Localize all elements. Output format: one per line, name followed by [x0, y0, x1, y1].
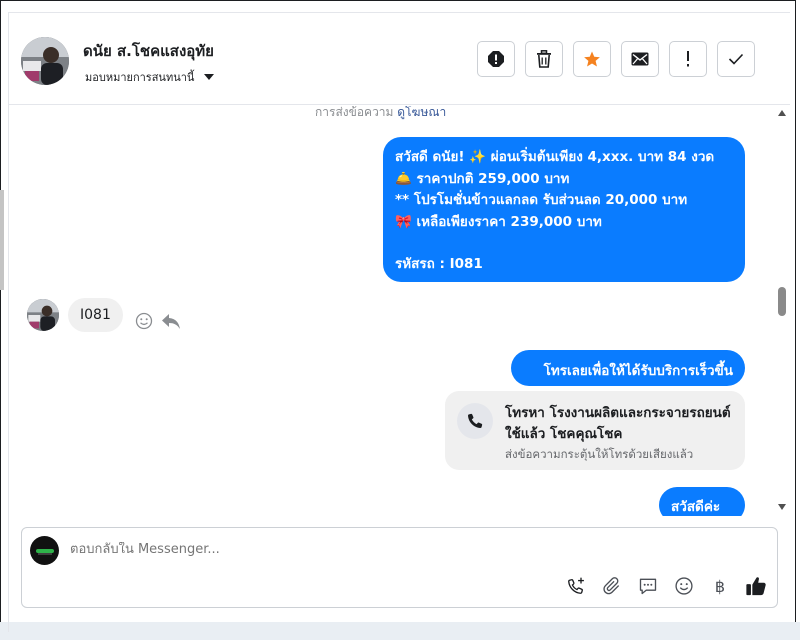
phone-icon [457, 403, 493, 439]
incoming-message-row: I081 [27, 298, 181, 332]
emoji-react-icon[interactable] [135, 312, 153, 330]
message-tools [135, 312, 181, 330]
resize-handle[interactable] [0, 190, 4, 290]
message-line [395, 233, 733, 254]
header-actions [477, 41, 755, 77]
view-ad-link[interactable]: ดูโฆษณา [397, 106, 446, 119]
call-card-title: โทรหา โรงงานผลิตและกระจายรถยนต์ใช้แล้ว โ… [505, 405, 731, 442]
email-button[interactable] [621, 41, 659, 77]
star-icon [584, 51, 600, 67]
window-bottom-strip [0, 622, 800, 640]
check-icon [728, 53, 744, 65]
attachment-icon[interactable] [601, 575, 623, 597]
message-line: 🎀 เหลือเพียงราคา 239,000 บาท [395, 213, 602, 230]
message-thread[interactable]: การส่งข้อความ ดูโฆษณา สวัสดี ดนัย! ✨ ผ่อ… [9, 106, 779, 516]
incoming-message[interactable]: I081 [68, 298, 123, 332]
contact-name: ดนัย ส.โชคแสงอุทัย [83, 42, 214, 60]
scroll-up-arrow-icon[interactable] [778, 110, 786, 116]
caret-down-icon [204, 74, 215, 80]
contact-avatar[interactable] [21, 37, 69, 85]
reply-input[interactable] [70, 542, 670, 557]
message-line: ** โปรโมชั่นข้าวแลกลด รับส่วนลด 20,000 บ… [395, 192, 688, 208]
call-prompt-card[interactable]: โทรหา โรงงานผลิตและกระจายรถยนต์ใช้แล้ว โ… [445, 391, 745, 470]
sent-note-prefix: การส่งข้อความ [315, 106, 394, 119]
message-line: 🛎️ ราคาปกติ 259,000 บาท [395, 170, 570, 187]
scroll-down-arrow-icon[interactable] [778, 504, 786, 510]
call-card-subtitle: ส่งข้อความกระตุ้นให้โทรด้วยเสียงแล้ว [505, 447, 694, 461]
page-avatar [30, 536, 59, 565]
ad-sent-note: การส่งข้อความ ดูโฆษณา [315, 106, 446, 122]
message-line: สวัสดี ดนัย! ✨ ผ่อนเริ่มต้นเพียง 4,xxx. … [395, 149, 715, 165]
delete-button[interactable] [525, 41, 563, 77]
mark-done-button[interactable] [717, 41, 755, 77]
like-icon[interactable] [745, 575, 767, 597]
envelope-icon [631, 52, 649, 66]
message-line: รหัสรถ : I081 [395, 256, 483, 272]
baht-icon[interactable]: ฿ [709, 575, 731, 597]
call-add-icon[interactable] [565, 575, 587, 597]
saved-reply-icon[interactable] [637, 575, 659, 597]
outgoing-message[interactable]: โทรเลยเพื่อให้ได้รับบริการเร็วขึ้น [511, 350, 745, 386]
composer-tools: ฿ [565, 575, 767, 597]
reply-icon[interactable] [161, 312, 181, 330]
emoji-icon[interactable] [673, 575, 695, 597]
outgoing-message[interactable]: สวัสดีค่ะ [659, 487, 745, 516]
message-composer: ฿ [21, 527, 778, 608]
outgoing-message[interactable]: สวัสดี ดนัย! ✨ ผ่อนเริ่มต้นเพียง 4,xxx. … [383, 137, 745, 282]
star-button[interactable] [573, 41, 611, 77]
assign-conversation-dropdown[interactable]: มอบหมายการสนทนานี้ [85, 68, 215, 86]
report-icon [488, 51, 504, 67]
exclamation-icon [687, 51, 689, 67]
assign-label: มอบหมายการสนทนานี้ [85, 71, 195, 84]
conversation-header: ดนัย ส.โชคแสงอุทัย มอบหมายการสนทนานี้ [9, 13, 790, 105]
contact-avatar-small[interactable] [27, 299, 59, 331]
report-button[interactable] [477, 41, 515, 77]
mark-important-button[interactable] [669, 41, 707, 77]
scrollbar-thumb[interactable] [778, 287, 786, 316]
trash-icon [537, 50, 551, 68]
